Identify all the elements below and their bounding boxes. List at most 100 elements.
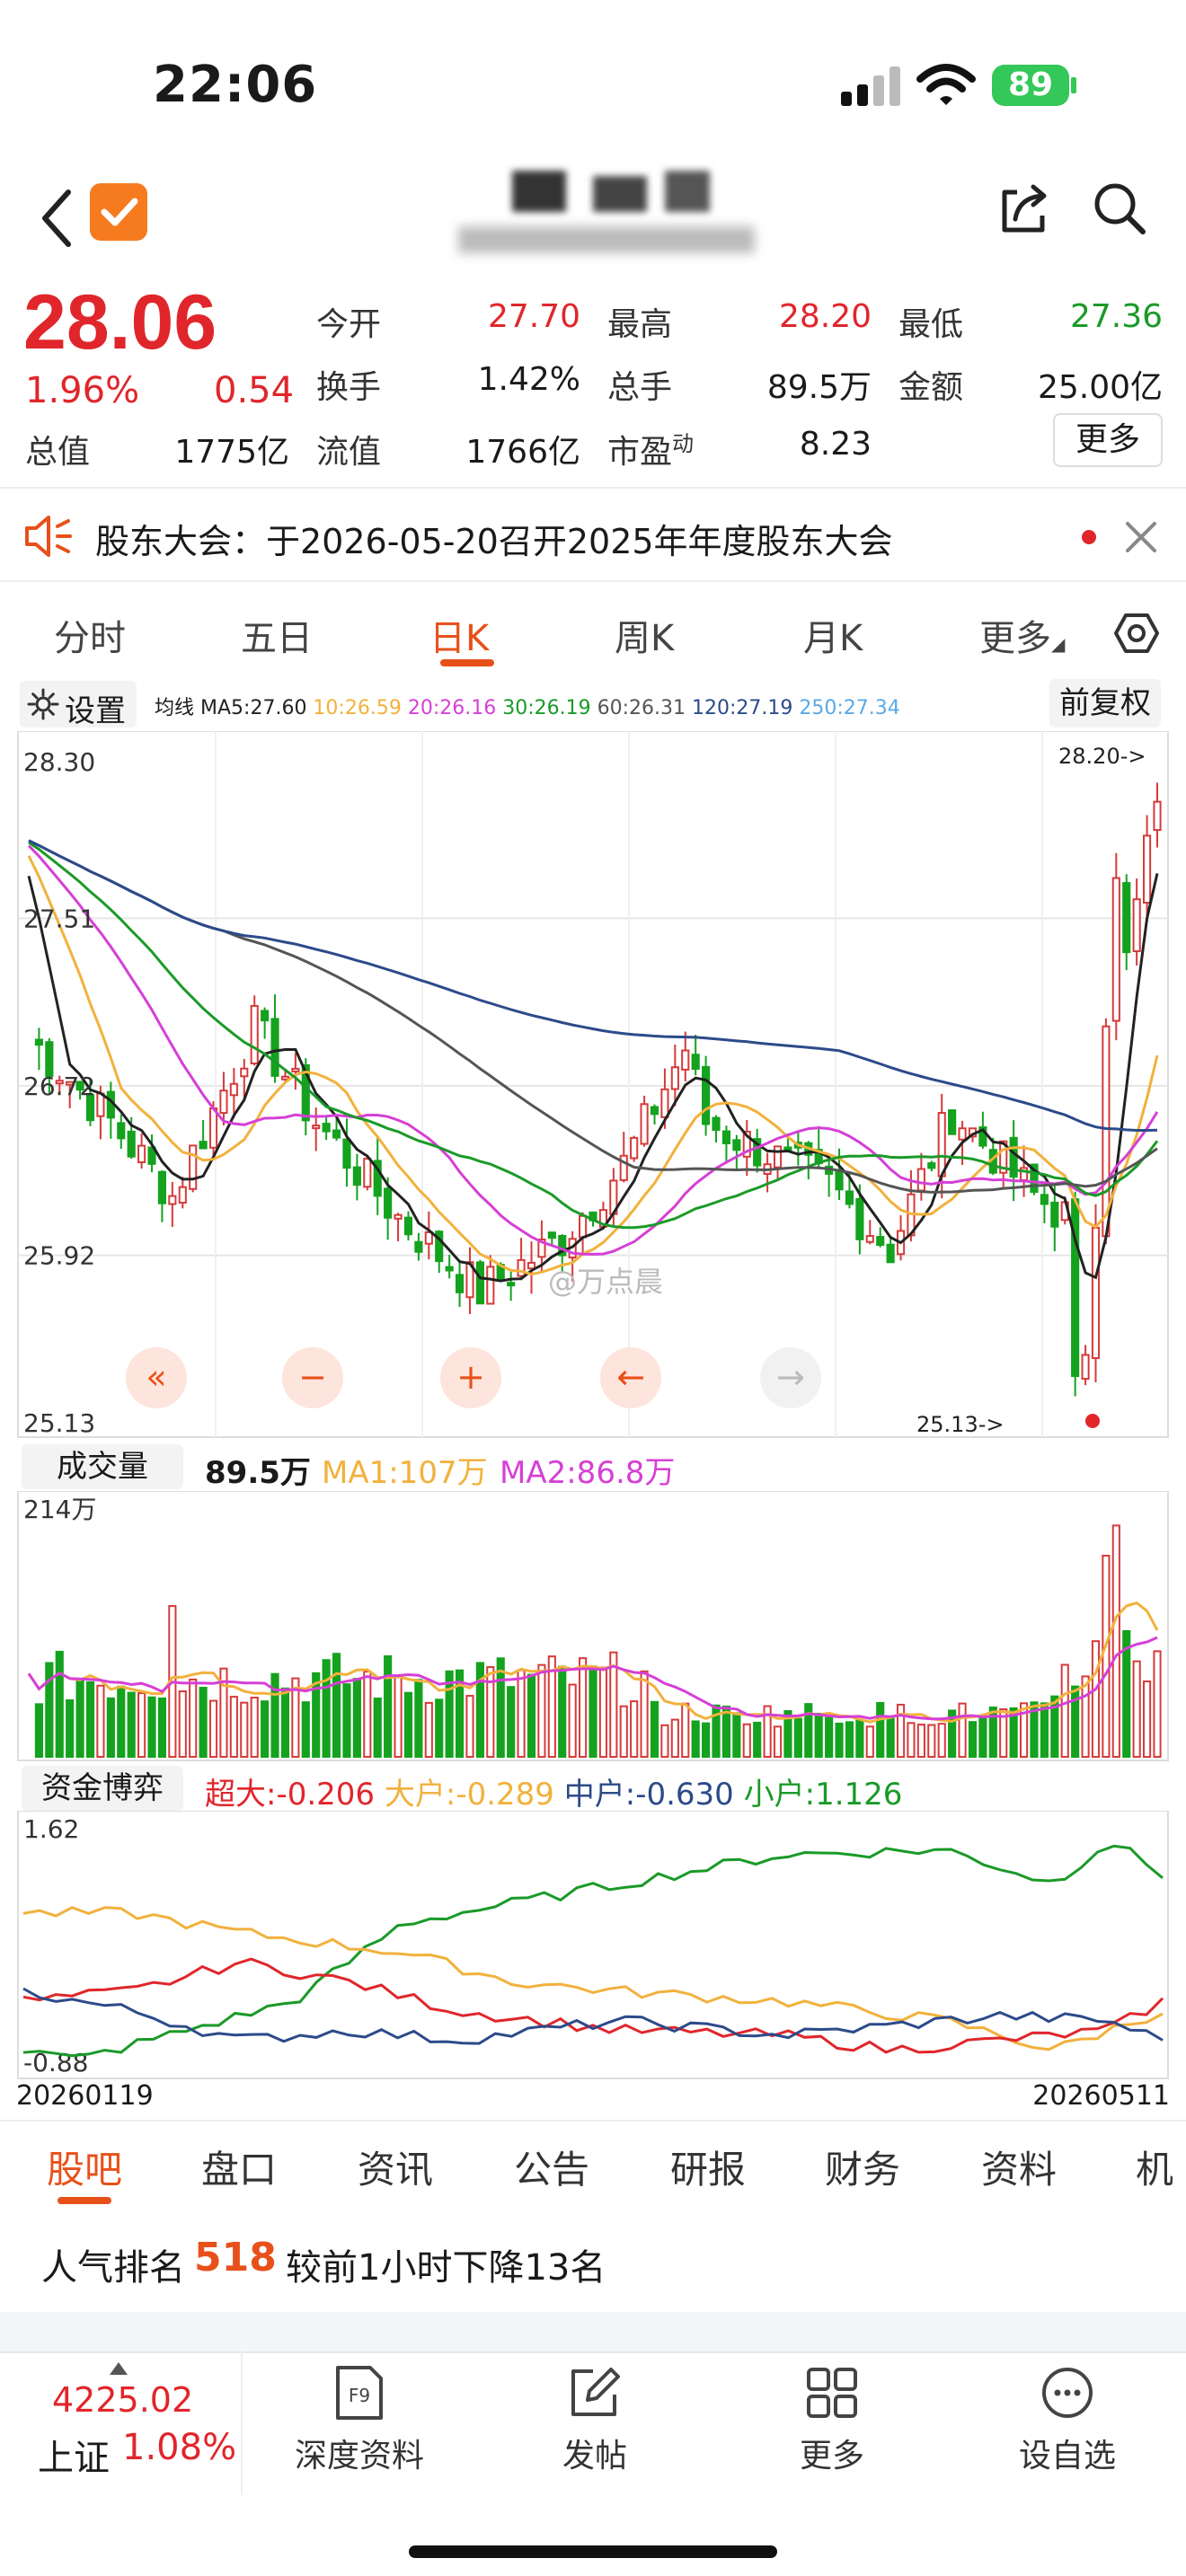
candle xyxy=(168,1195,177,1205)
candle xyxy=(937,1112,946,1178)
volume-bar xyxy=(691,1720,700,1758)
adjust-type-button[interactable]: 前复权 xyxy=(1049,679,1161,728)
tab-institution[interactable]: 机 xyxy=(1136,2139,1173,2194)
tab-profile[interactable]: 资料 xyxy=(981,2139,1057,2194)
kline-chart[interactable]: 28.30 27.51 26.72 25.92 25.13 28.20-> 25.13-> @… xyxy=(0,731,1186,1441)
quote-pe-label: 市盈 xyxy=(607,434,673,471)
candle xyxy=(1081,1354,1090,1381)
volume-bar xyxy=(845,1721,854,1758)
candle xyxy=(1153,800,1162,832)
tab-five-day[interactable]: 五日 xyxy=(241,609,313,661)
candle xyxy=(117,1122,126,1140)
quote-pe-value: 8.23 xyxy=(799,426,872,463)
volume-bar xyxy=(34,1703,43,1758)
tab-news[interactable]: 资讯 xyxy=(358,2139,433,2194)
volume-bar xyxy=(835,1722,844,1759)
search-icon[interactable] xyxy=(1091,180,1148,237)
index-ticker[interactable]: 4225.02 上证 1.08% xyxy=(0,2351,243,2495)
chart-control-button[interactable]: + xyxy=(440,1347,501,1408)
nav-post[interactable]: 发帖 xyxy=(505,2364,685,2476)
volume-bar xyxy=(527,1673,536,1759)
candle xyxy=(948,1109,957,1135)
chart-control-button[interactable]: → xyxy=(760,1347,821,1408)
chart-control-button[interactable]: ← xyxy=(600,1347,661,1408)
volume-bar xyxy=(373,1697,382,1759)
candle xyxy=(927,1162,936,1169)
candle xyxy=(332,1129,341,1139)
tab-weekly-k[interactable]: 周K xyxy=(615,609,674,661)
volume-bar xyxy=(1071,1685,1080,1759)
tab-daily-k[interactable]: 日K xyxy=(429,609,489,661)
volume-bar xyxy=(1143,1681,1152,1758)
fund-flow-legend-item: 大户:-0.289 xyxy=(384,1777,564,1813)
volume-bar xyxy=(1091,1640,1101,1758)
candle xyxy=(445,1266,454,1272)
chart-control-icon: → xyxy=(776,1357,805,1397)
fund-flow-legend: 超大:-0.206 大户:-0.289 中户:-0.630 小户:1.126 xyxy=(205,1769,902,1813)
candle xyxy=(640,1103,649,1145)
volume-bar xyxy=(660,1724,669,1759)
candle xyxy=(403,1216,413,1236)
popularity-rank: 518 xyxy=(194,2235,277,2280)
candle xyxy=(312,1125,321,1130)
volume-bar xyxy=(240,1701,249,1759)
volume-bar xyxy=(630,1700,639,1759)
nav-more[interactable]: 更多 xyxy=(742,2364,922,2476)
candle xyxy=(229,1082,238,1097)
tab-finance[interactable]: 财务 xyxy=(825,2139,900,2194)
watchlist-checkbox-icon[interactable] xyxy=(90,183,147,241)
close-icon[interactable] xyxy=(1123,519,1159,555)
notice-bar[interactable]: 股东大会：于2026-05-20召开2025年年度股东大会 xyxy=(0,487,1186,582)
tab-announcements[interactable]: 公告 xyxy=(514,2139,589,2194)
nav-post-label: 发帖 xyxy=(562,2438,627,2475)
back-arrow-icon[interactable] xyxy=(36,187,81,250)
tab-monthly-k[interactable]: 月K xyxy=(803,609,863,661)
popularity-label: 人气排名 xyxy=(41,2247,185,2289)
candle xyxy=(486,1266,495,1305)
candle xyxy=(579,1214,588,1239)
candle xyxy=(475,1261,484,1305)
candle xyxy=(660,1088,669,1118)
low-price-marker: 25.13-> xyxy=(916,1412,1004,1437)
tab-pankou[interactable]: 盘口 xyxy=(201,2139,277,2194)
candle xyxy=(137,1144,146,1164)
tab-research[interactable]: 研报 xyxy=(670,2139,746,2194)
volume-bar xyxy=(403,1691,413,1758)
candle xyxy=(34,1038,43,1046)
share-icon[interactable] xyxy=(996,180,1053,237)
more-quotes-button[interactable]: 更多 xyxy=(1053,413,1163,467)
volume-bar xyxy=(927,1724,936,1759)
chart-control-button[interactable]: − xyxy=(282,1347,343,1408)
volume-bar xyxy=(702,1722,711,1758)
volume-bar xyxy=(280,1687,290,1758)
battery-tip xyxy=(1071,77,1076,93)
volume-bar xyxy=(804,1703,813,1759)
popularity-row[interactable]: 人气排名 518 较前1小时下降13名 xyxy=(0,2213,1186,2312)
tab-guba[interactable]: 股吧 xyxy=(47,2139,122,2194)
ma-line xyxy=(27,844,1159,1256)
chart-control-button[interactable]: « xyxy=(126,1347,187,1408)
volume-max-label: 214万 xyxy=(23,1495,96,1524)
chart-control-icon: « xyxy=(146,1357,166,1397)
stock-name-blurred xyxy=(449,171,782,269)
fund-flow-chart[interactable]: 1.62-0.88 xyxy=(0,1811,1186,2080)
price-axis-label: 26.72 xyxy=(23,1072,95,1101)
volume-bar xyxy=(322,1659,331,1758)
volume-bar xyxy=(619,1705,628,1758)
stock-detail-screen: 22:06 89 28.06 1.96% 0.54 今开 27.70 最高 28… xyxy=(0,0,1186,2576)
tab-more[interactable]: 更多◢ xyxy=(979,609,1065,661)
volume-bar xyxy=(670,1718,679,1759)
nav-add-watchlist[interactable]: 设自选 xyxy=(978,2364,1157,2476)
volume-bar xyxy=(958,1702,967,1758)
nav-deep-data[interactable]: F9 深度资料 xyxy=(270,2364,449,2476)
volume-indicator-button[interactable]: 成交量 xyxy=(22,1444,183,1489)
hexagon-settings-icon[interactable] xyxy=(1114,611,1159,656)
tab-timeshare[interactable]: 分时 xyxy=(54,609,126,661)
volume-chart[interactable]: 214万 xyxy=(0,1491,1186,1766)
candle xyxy=(219,1090,228,1115)
ma-legend-item: 30:26.19 xyxy=(496,697,591,719)
ma-legend: 均线 MA5:27.60 10:26.59 20:26.16 30:26.19 … xyxy=(155,692,900,720)
chart-settings-button[interactable]: 设置 xyxy=(20,681,137,729)
fund-flow-indicator-button[interactable]: 资金博弈 xyxy=(22,1766,183,1811)
volume-value: 89.5万 xyxy=(205,1455,311,1491)
